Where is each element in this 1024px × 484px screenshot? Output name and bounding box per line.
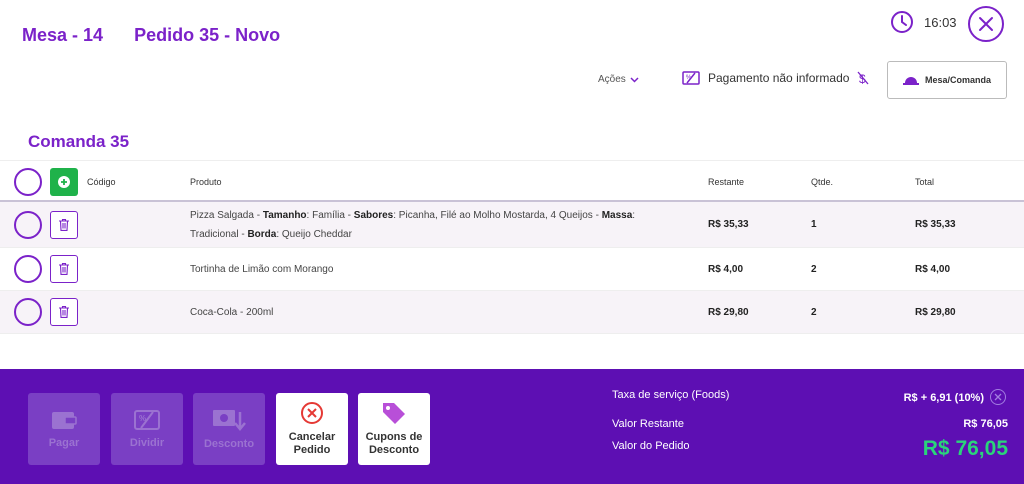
item-qtde: 2 <box>811 307 817 318</box>
order-items-table: Código Produto Restante Qtde. Total Pizz… <box>0 160 1024 334</box>
header-restante: Restante <box>708 177 745 187</box>
cancel-circle-icon <box>301 402 323 424</box>
taxa-servico-value: R$ + 6,91 (10%) <box>903 392 984 404</box>
footer-bar: Pagar % Dividir Desconto CancelarPedido <box>0 369 1024 484</box>
dividir-label: Dividir <box>129 437 165 449</box>
trash-icon <box>59 219 69 231</box>
cancelar-pedido-label: Cancelar Pedido <box>288 431 336 456</box>
no-money-icon: $ <box>857 71 869 85</box>
payment-status-label: Pagamento não informado <box>708 71 850 85</box>
header-codigo: Código <box>87 177 116 187</box>
comanda-title: Comanda 35 <box>28 132 130 151</box>
valor-pedido-label: Valor do Pedido <box>612 440 690 452</box>
item-total: R$ 29,80 <box>915 307 956 318</box>
table-header: Código Produto Restante Qtde. Total <box>0 160 1024 202</box>
cancelar-pedido-button[interactable]: Cancelar Pedido <box>276 393 348 465</box>
chevron-down-icon <box>630 76 639 83</box>
select-all-checkbox[interactable] <box>14 168 42 196</box>
pedido-label: Pedido 35 - Novo <box>134 25 281 45</box>
mesa-comanda-label: Mesa/Comanda <box>924 75 992 85</box>
delete-item-button[interactable] <box>50 298 78 326</box>
svg-text:%: % <box>686 75 692 81</box>
trash-icon <box>59 263 69 275</box>
discount-down-icon <box>213 410 246 431</box>
coupon-tag-icon <box>383 403 405 424</box>
header-qtde: Qtde. <box>811 177 834 187</box>
clock-icon <box>891 11 913 33</box>
item-restante: R$ 29,80 <box>708 307 749 318</box>
payment-status[interactable]: % Pagamento não informado $ <box>682 70 869 86</box>
product-name: Coca-Cola - 200ml <box>190 307 274 318</box>
close-icon <box>994 393 1002 401</box>
pagar-button[interactable]: Pagar <box>28 393 100 465</box>
add-item-button[interactable] <box>50 168 78 196</box>
valor-restante-value: R$ 76,05 <box>963 418 1008 430</box>
trash-icon <box>59 306 69 318</box>
table-row: Pizza Salgada - Tamanho: Família - Sabor… <box>0 202 1024 248</box>
order-screen: Mesa - 14 Pedido 35 - Novo 16:03 Ações %… <box>0 0 1024 484</box>
taxa-servico-label: Taxa de serviço (Foods) <box>612 389 730 401</box>
desconto-button[interactable]: Desconto <box>193 393 265 465</box>
item-qtde: 2 <box>811 264 817 275</box>
dividir-button[interactable]: % Dividir <box>111 393 183 465</box>
header-total: Total <box>915 177 935 187</box>
order-header: Mesa - 14 Pedido 35 - Novo <box>22 25 306 46</box>
split-bill-icon: % <box>134 410 160 430</box>
delete-item-button[interactable] <box>50 211 78 239</box>
item-total: R$ 4,00 <box>915 264 951 275</box>
item-qtde: 1 <box>811 219 817 230</box>
product-name: Tortinha de Limão com Morango <box>190 264 334 275</box>
row-select-checkbox[interactable] <box>14 298 42 326</box>
clock: 16:03 <box>890 10 957 34</box>
mesa-label: Mesa - 14 <box>22 25 104 45</box>
product-name: Pizza Salgada - Tamanho: Família - Sabor… <box>190 210 636 240</box>
header-produto: Produto <box>190 177 222 187</box>
row-select-checkbox[interactable] <box>14 255 42 283</box>
pagar-label: Pagar <box>48 437 80 449</box>
wallet-icon <box>52 412 77 429</box>
remove-tax-button[interactable] <box>990 389 1006 405</box>
svg-text:%: % <box>139 414 146 423</box>
clock-time: 16:03 <box>924 14 957 30</box>
table-row: Coca-Cola - 200ml R$ 29,80 2 R$ 29,80 <box>0 291 1024 334</box>
valor-restante-label: Valor Restante <box>612 418 684 430</box>
item-restante: R$ 4,00 <box>708 264 744 275</box>
item-restante: R$ 35,33 <box>708 219 749 230</box>
desconto-label: Desconto <box>203 438 255 450</box>
delete-item-button[interactable] <box>50 255 78 283</box>
table-row: Tortinha de Limão com Morango R$ 4,00 2 … <box>0 248 1024 291</box>
acoes-dropdown[interactable]: Ações <box>598 74 639 85</box>
valor-pedido-value: R$ 76,05 <box>922 437 1008 460</box>
cloche-icon <box>902 77 919 85</box>
close-button[interactable] <box>968 6 1004 42</box>
acoes-label: Ações <box>598 74 626 85</box>
mesa-comanda-button[interactable]: Mesa/Comanda <box>887 61 1007 99</box>
plus-circle-icon <box>58 176 70 188</box>
cupons-desconto-label: Cupons de Desconto <box>365 431 423 456</box>
cupons-desconto-button[interactable]: Cupons de Desconto <box>358 393 430 465</box>
row-select-checkbox[interactable] <box>14 211 42 239</box>
close-icon <box>979 17 993 31</box>
item-total: R$ 35,33 <box>915 219 956 230</box>
payment-split-icon: % <box>682 71 700 85</box>
